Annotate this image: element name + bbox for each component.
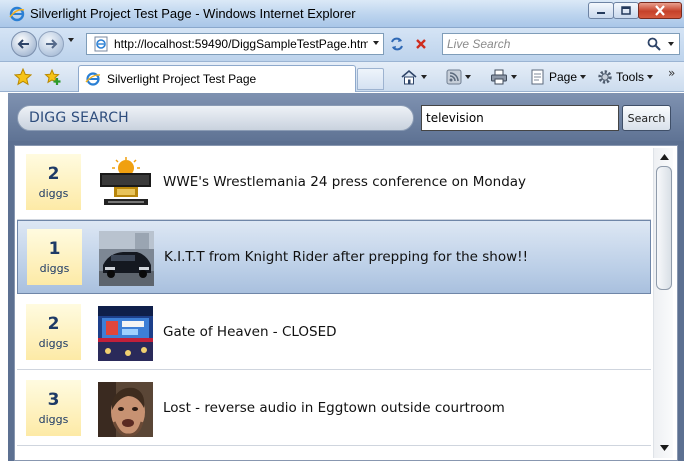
story-list-scrollbar[interactable]	[653, 148, 673, 458]
digg-label: diggs	[38, 337, 69, 350]
scrollbar-thumb[interactable]	[656, 166, 672, 290]
digg-count: 2	[47, 164, 60, 184]
black-car-thumbnail	[99, 231, 154, 286]
tab-bar: Silverlight Project Test Page Page Tools…	[0, 62, 684, 92]
rss-feed-icon	[446, 69, 462, 85]
page-menu-icon	[531, 69, 544, 85]
brand-banner: DIGG SEARCH	[17, 105, 414, 131]
digg-search-app: DIGG SEARCH Search 2 diggs	[8, 93, 684, 461]
digg-label: diggs	[38, 187, 69, 200]
app-header: DIGG SEARCH Search	[8, 93, 684, 141]
refresh-icon	[391, 37, 403, 51]
digg-count-box: 1 diggs	[27, 229, 82, 285]
story-row[interactable]: 3 diggs Lost - reverse audio in Eggtown …	[17, 372, 651, 446]
story-row-selected[interactable]: 1 diggs K.I.T.T from Knight Rider after …	[17, 220, 651, 294]
tools-dropdown-icon	[647, 75, 654, 79]
story-row[interactable]: 2 diggs WWE's Wrestlemania 24 press conf…	[17, 146, 651, 220]
digg-count: 3	[47, 390, 60, 410]
print-button[interactable]	[490, 67, 517, 87]
story-list: 2 diggs WWE's Wrestlemania 24 press conf…	[14, 145, 678, 461]
scroll-down-arrow-icon	[659, 445, 669, 451]
digg-label: diggs	[38, 413, 69, 426]
stop-icon	[416, 39, 426, 49]
search-provider-dropdown[interactable]	[668, 42, 674, 46]
page-icon	[94, 36, 108, 52]
window-title: Silverlight Project Test Page - Windows …	[30, 6, 356, 21]
recent-pages-dropdown[interactable]	[68, 38, 74, 42]
digg-count-box: 2 diggs	[26, 304, 81, 360]
scroll-down-button[interactable]	[656, 441, 672, 455]
home-dropdown-icon[interactable]	[421, 75, 427, 79]
new-tab-button[interactable]	[357, 68, 384, 90]
page-menu-label: Page	[549, 70, 578, 84]
live-search-input[interactable]	[447, 34, 643, 54]
digg-count-box: 2 diggs	[26, 154, 81, 210]
address-bar: http://localhost:59490/DiggSampleTestPag…	[0, 28, 684, 62]
story-title[interactable]: Gate of Heaven - CLOSED	[163, 324, 337, 340]
app-title: DIGG SEARCH	[29, 110, 129, 126]
tab-current-page[interactable]: Silverlight Project Test Page	[78, 65, 356, 92]
digg-count-box: 3 diggs	[26, 380, 81, 436]
printer-icon	[491, 69, 507, 85]
search-icon[interactable]	[647, 37, 661, 51]
back-button[interactable]	[11, 31, 37, 57]
window-title-bar: Silverlight Project Test Page - Windows …	[0, 0, 684, 28]
digg-count: 2	[47, 314, 60, 334]
digg-label: diggs	[39, 262, 70, 275]
scroll-up-arrow-icon	[659, 154, 669, 160]
internet-explorer-page-icon	[85, 72, 101, 86]
story-title[interactable]: Lost - reverse audio in Eggtown outside …	[163, 400, 505, 416]
home-button[interactable]	[400, 67, 427, 87]
print-dropdown-icon[interactable]	[511, 75, 517, 79]
tools-menu[interactable]: Tools	[597, 67, 654, 87]
feeds-button[interactable]	[446, 67, 471, 87]
maximize-button[interactable]	[613, 2, 639, 19]
home-icon	[401, 69, 417, 85]
forward-arrow-icon	[46, 39, 58, 49]
tools-menu-label: Tools	[616, 70, 645, 84]
wrestlemania-logo-thumbnail	[98, 156, 153, 211]
minimize-icon	[597, 11, 605, 14]
story-title[interactable]: K.I.T.T from Knight Rider after prepping…	[164, 249, 528, 265]
feeds-dropdown-icon[interactable]	[465, 75, 471, 79]
search-button[interactable]: Search	[622, 105, 671, 131]
stage-thumbnail	[98, 306, 153, 361]
story-row[interactable]: 2 diggs Gate of Heaven - CLOSED	[17, 296, 651, 370]
forward-button[interactable]	[38, 31, 64, 57]
address-url[interactable]: http://localhost:59490/DiggSampleTestPag…	[114, 37, 368, 51]
add-to-favorites-icon[interactable]	[44, 68, 62, 86]
favorites-star-icon[interactable]	[14, 68, 32, 86]
close-button[interactable]	[638, 2, 682, 19]
face-thumbnail	[98, 382, 153, 437]
internet-explorer-icon	[9, 6, 25, 22]
stop-button[interactable]	[410, 33, 432, 55]
back-arrow-icon	[17, 39, 29, 49]
tab-title: Silverlight Project Test Page	[107, 72, 257, 86]
page-menu[interactable]: Page	[530, 67, 587, 87]
page-dropdown-icon	[580, 75, 587, 79]
live-search-box[interactable]	[442, 33, 680, 55]
topic-search-input[interactable]	[421, 105, 619, 131]
gear-icon	[598, 70, 612, 84]
scroll-up-button[interactable]	[656, 150, 672, 164]
story-title[interactable]: WWE's Wrestlemania 24 press conference o…	[163, 174, 526, 190]
address-dropdown[interactable]	[373, 41, 379, 45]
minimize-button[interactable]	[588, 2, 614, 19]
address-field[interactable]: http://localhost:59490/DiggSampleTestPag…	[86, 33, 384, 55]
refresh-button[interactable]	[386, 33, 408, 55]
toolbar-overflow-chevron[interactable]: »	[668, 66, 675, 80]
close-icon	[655, 5, 665, 16]
maximize-icon	[621, 6, 631, 15]
digg-count: 1	[48, 239, 61, 259]
